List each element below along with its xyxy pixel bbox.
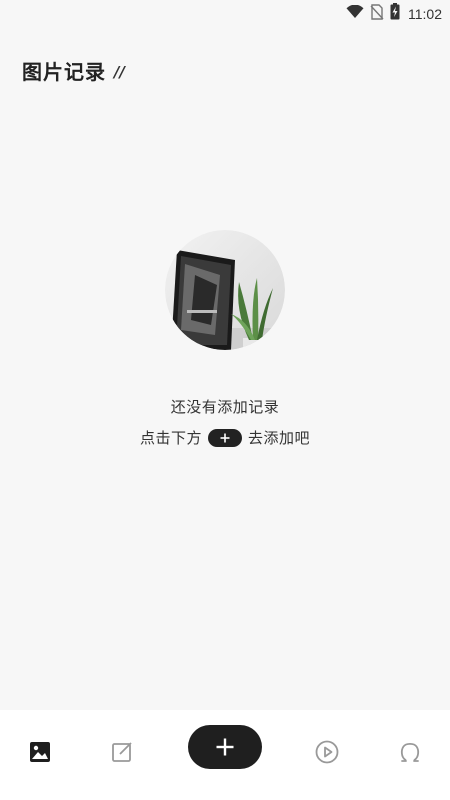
status-time: 11:02 [408,5,442,22]
empty-state: 还没有添加记录 点击下方 去添加吧 [0,230,450,448]
nav-item-profile[interactable] [390,732,430,772]
add-button[interactable] [188,725,262,769]
image-icon [30,742,50,762]
empty-illustration [165,230,285,350]
empty-title: 还没有添加记录 [170,398,280,416]
bottom-nav [0,710,450,800]
nav-item-images[interactable] [20,732,60,772]
play-icon [315,740,339,764]
wifi-icon [346,4,364,23]
add-icon [216,738,234,756]
hint-text-before: 点击下方 [139,429,202,447]
status-bar: 11:02 [0,0,450,24]
title-suffix: // [114,63,125,81]
header: 图片记录 // [22,56,125,85]
empty-hint: 点击下方 去添加吧 [140,427,310,448]
plus-icon [220,433,230,442]
page-title: 图片记录 [22,60,106,84]
hint-add-pill [208,428,242,447]
nav-item-edit[interactable] [102,732,142,772]
hint-text-after: 去添加吧 [248,429,311,447]
user-icon [400,742,420,762]
nav-item-video[interactable] [307,732,347,772]
battery-charging-icon [390,3,400,24]
edit-icon [112,742,132,762]
status-icons: 11:02 [346,3,442,24]
no-sim-icon [370,3,384,24]
